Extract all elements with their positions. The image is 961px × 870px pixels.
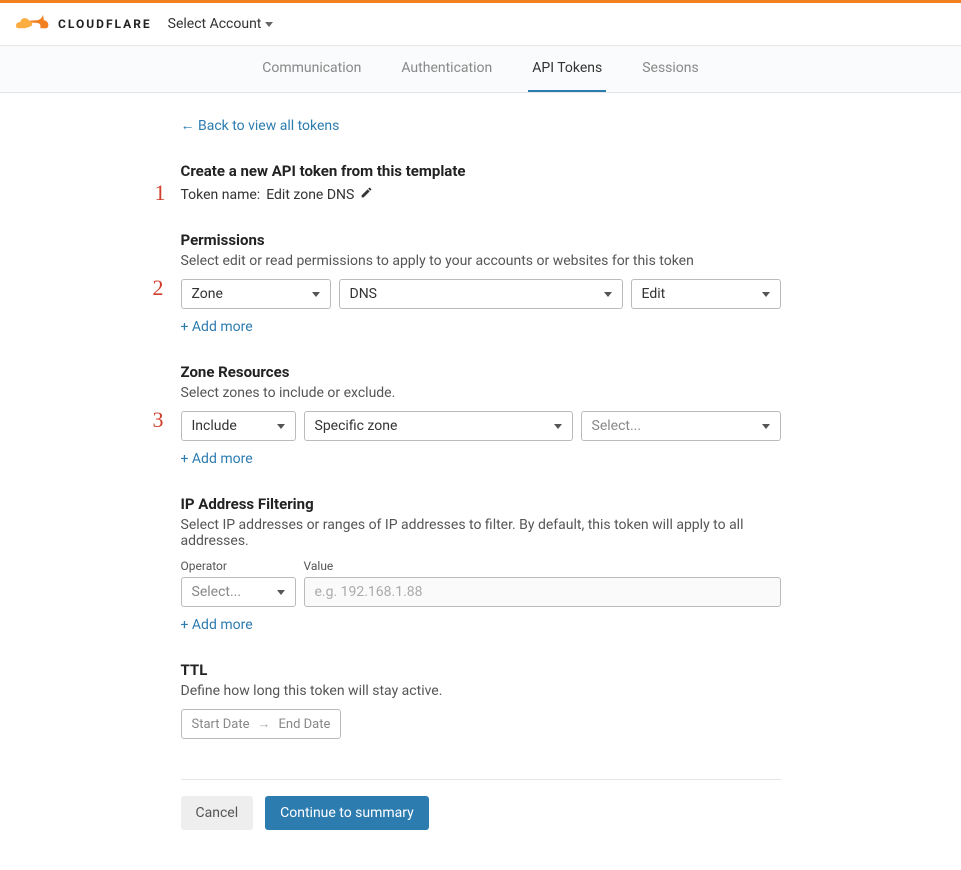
zone-add-more[interactable]: + Add more [181,451,253,467]
ip-add-more[interactable]: + Add more [181,617,253,633]
permissions-description: Select edit or read permissions to apply… [181,253,781,269]
annotation-1: 1 [155,180,166,206]
token-name-value: Edit zone DNS [266,187,354,203]
permissions-section: 2 Permissions Select edit or read permis… [181,231,781,335]
token-name-label: Token name: [181,187,261,203]
account-selector[interactable]: Select Account [168,16,274,32]
ip-value-label: Value [304,559,781,573]
chevron-down-icon [762,292,770,297]
settings-tabs: Communication Authentication API Tokens … [0,46,961,93]
tab-authentication[interactable]: Authentication [397,60,496,92]
permissions-heading: Permissions [181,231,781,249]
ttl-section: TTL Define how long this token will stay… [181,661,781,739]
token-header-section: 1 Create a new API token from this templ… [181,162,781,203]
permission-resource-value: DNS [350,286,378,302]
page-title: Create a new API token from this templat… [181,162,781,180]
top-header: CLOUDFLARE Select Account [0,3,961,46]
permission-scope-value: Zone [192,286,223,302]
zone-target-placeholder: Select... [592,418,642,434]
ip-filter-section: IP Address Filtering Select IP addresses… [181,495,781,633]
main-content: ← Back to view all tokens 1 Create a new… [161,93,801,870]
edit-token-name-button[interactable] [360,186,373,203]
ip-operator-select[interactable]: Select... [181,577,296,607]
ttl-date-range-input[interactable]: Start Date → End Date [181,709,342,739]
chevron-down-icon [762,424,770,429]
ttl-description: Define how long this token will stay act… [181,683,781,699]
ip-operator-label: Operator [181,559,296,573]
tab-sessions[interactable]: Sessions [638,60,703,92]
ip-value-input[interactable] [304,577,781,607]
tab-communication[interactable]: Communication [258,60,365,92]
arrow-left-icon: ← [181,118,195,134]
ttl-end-label: End Date [279,717,331,732]
zone-mode-value: Include [192,418,237,434]
back-link[interactable]: ← Back to view all tokens [181,118,340,134]
ttl-start-label: Start Date [192,717,250,732]
brand-name: CLOUDFLARE [58,17,152,31]
permission-level-select[interactable]: Edit [631,279,781,309]
chevron-down-icon [277,424,285,429]
tab-api-tokens[interactable]: API Tokens [528,60,606,92]
zone-scope-select[interactable]: Specific zone [304,411,573,441]
permission-resource-select[interactable]: DNS [339,279,623,309]
arrow-right-icon: → [258,716,271,732]
permission-scope-select[interactable]: Zone [181,279,331,309]
ip-filter-row: Operator Select... Value [181,559,781,607]
cancel-button[interactable]: Cancel [181,796,254,830]
footer-actions: Cancel Continue to summary [181,779,781,830]
permissions-add-more[interactable]: + Add more [181,319,253,335]
ttl-heading: TTL [181,661,781,679]
zone-target-select[interactable]: Select... [581,411,781,441]
chevron-down-icon [312,292,320,297]
chevron-down-icon [554,424,562,429]
token-name-row: Token name: Edit zone DNS [181,186,781,203]
ip-filter-description: Select IP addresses or ranges of IP addr… [181,517,781,549]
chevron-down-icon [265,22,273,27]
ip-operator-value: Select... [192,584,242,600]
zone-mode-select[interactable]: Include [181,411,296,441]
zone-resources-heading: Zone Resources [181,363,781,381]
annotation-2: 2 [153,275,164,301]
annotation-3: 3 [153,407,164,433]
chevron-down-icon [277,590,285,595]
zone-scope-value: Specific zone [315,418,398,434]
chevron-down-icon [604,292,612,297]
brand-logo: CLOUDFLARE [16,11,152,37]
cloudflare-logo-icon [16,11,52,37]
zone-resources-section: 3 Zone Resources Select zones to include… [181,363,781,467]
continue-button[interactable]: Continue to summary [265,796,429,830]
permission-level-value: Edit [642,286,666,302]
zone-resources-row: Include Specific zone Select... [181,411,781,441]
permissions-row: Zone DNS Edit [181,279,781,309]
back-link-text: Back to view all tokens [198,118,339,134]
ip-filter-heading: IP Address Filtering [181,495,781,513]
zone-resources-description: Select zones to include or exclude. [181,385,781,401]
account-selector-label: Select Account [168,16,262,32]
